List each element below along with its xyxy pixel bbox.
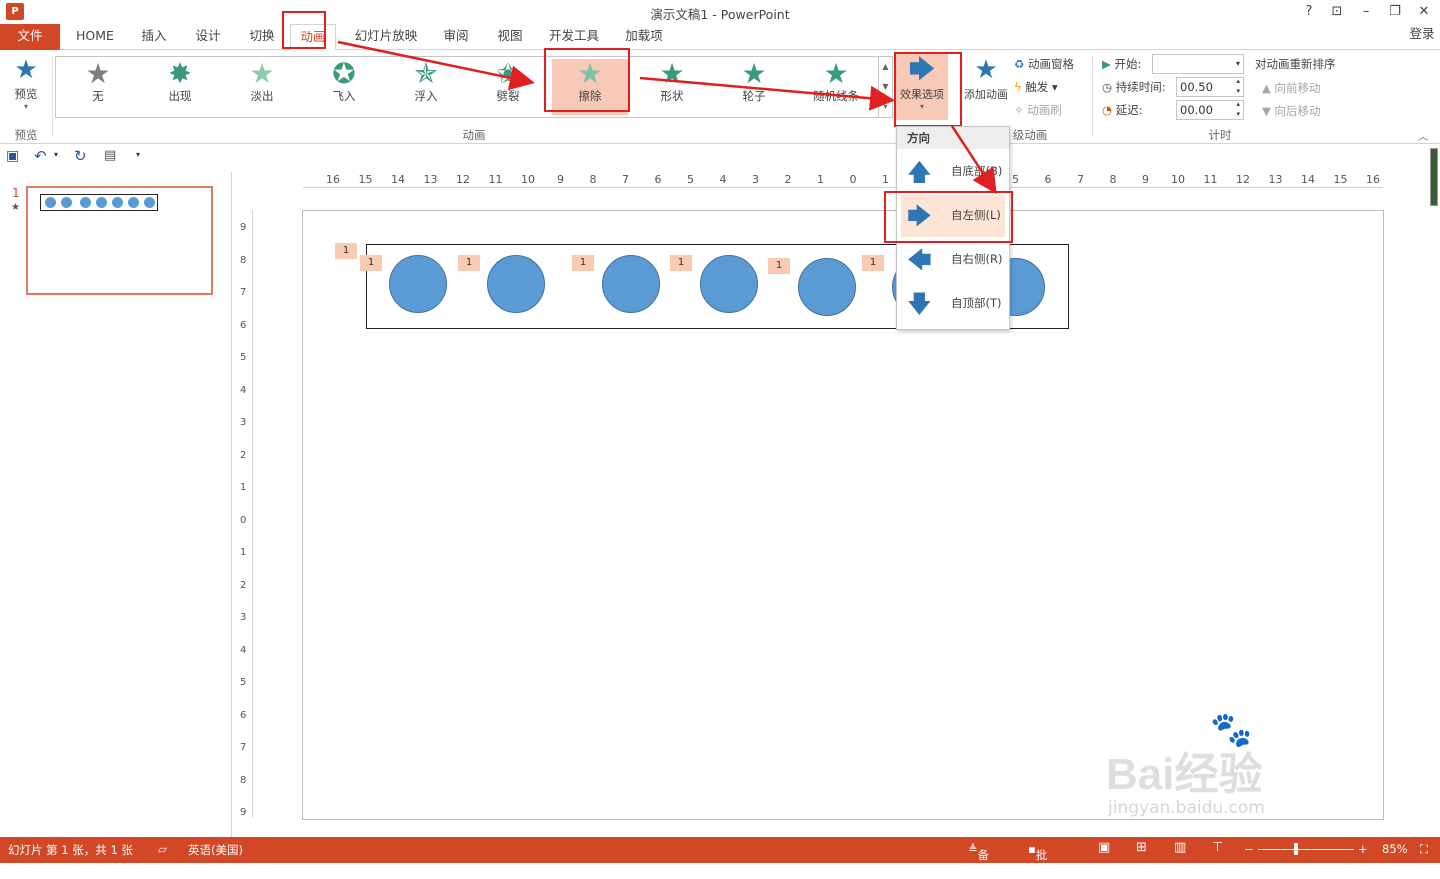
slide-sorter-icon[interactable]: ⊞: [1136, 840, 1147, 855]
comments-label: 批注: [1035, 848, 1048, 878]
annotation-arrow: [950, 125, 997, 195]
zoom-in-icon[interactable]: +: [1358, 842, 1368, 856]
spell-check-icon[interactable]: ▱: [158, 842, 167, 856]
zoom-slider-thumb[interactable]: [1294, 843, 1298, 855]
notes-button[interactable]: ≜ 备注: [968, 842, 989, 878]
side-scroll-indicator[interactable]: [1430, 148, 1438, 206]
zoom-slider-track[interactable]: [1258, 849, 1354, 850]
zoom-level[interactable]: 85%: [1382, 842, 1408, 856]
normal-view-icon[interactable]: ▣: [1098, 840, 1110, 855]
watermark-text: Bai经验: [1106, 750, 1263, 799]
baidu-watermark: 🐾 Bai经验 jingyan.baidu.com: [1100, 710, 1380, 830]
annotation-arrow: [337, 40, 535, 91]
slide-count-status: 幻灯片 第 1 张，共 1 张: [8, 843, 133, 857]
slideshow-view-icon[interactable]: ⊤: [1212, 840, 1223, 855]
status-bar: 幻灯片 第 1 张，共 1 张 ▱ 英语(美国) ≜ 备注 ▪ 批注 ▣ ⊞ ▥…: [0, 837, 1440, 878]
fit-slide-icon[interactable]: ⛶: [1420, 842, 1428, 857]
annotation-arrow: [639, 76, 895, 111]
watermark-url: jingyan.baidu.com: [1108, 798, 1265, 818]
notes-label: 备注: [977, 848, 990, 878]
reading-view-icon[interactable]: ▥: [1174, 840, 1186, 855]
comments-button[interactable]: ▪ 批注: [1028, 842, 1047, 878]
zoom-out-icon[interactable]: −: [1244, 842, 1254, 856]
language-status[interactable]: 英语(美国): [188, 842, 243, 858]
